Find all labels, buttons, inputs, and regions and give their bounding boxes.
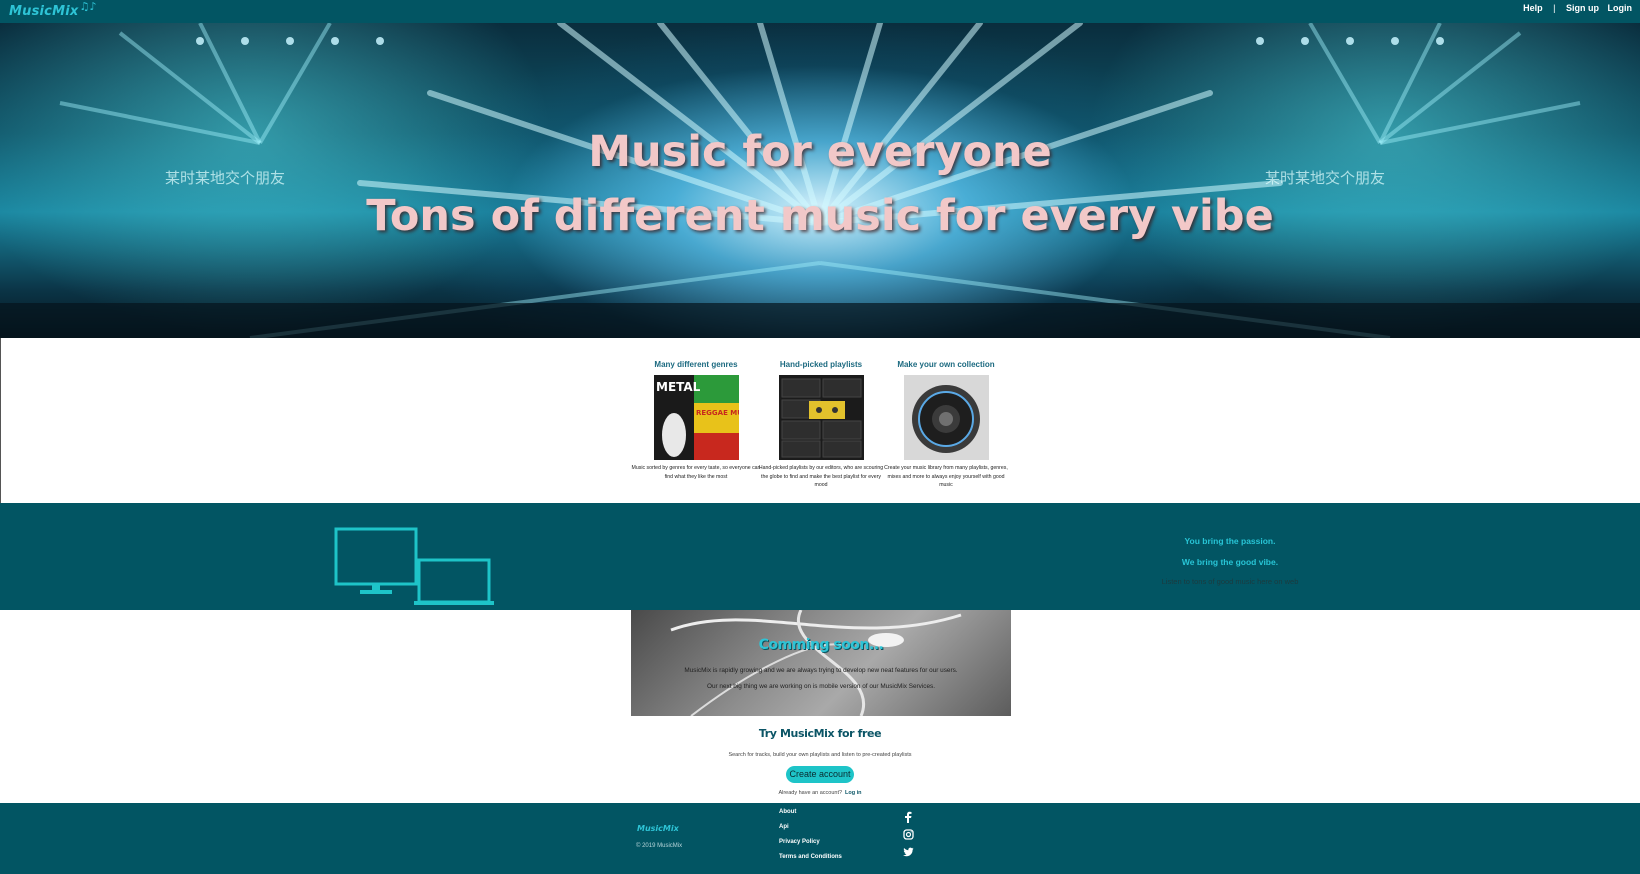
coming-soon-text-2: Our next big thing we are working on is … [706, 683, 936, 690]
hero-banner: 某时某地交个朋友 某时某地交个朋友 Music for everyone Ton… [0, 23, 1640, 338]
instagram-icon[interactable] [903, 829, 917, 847]
collage-metal-text: METAL [656, 380, 701, 394]
features-section: Many different genres METAL REGGAE MUSIC… [0, 338, 1640, 503]
try-free-title: Try MusicMix for free [758, 727, 882, 740]
earphones-image [670, 610, 962, 716]
feature-title: Many different genres [654, 360, 738, 369]
login-link[interactable]: Login [1608, 3, 1633, 13]
twitter-icon[interactable] [903, 847, 917, 865]
nav-separator: | [1553, 3, 1556, 13]
cassette-tapes-image [779, 375, 864, 460]
collage-reggae-text: REGGAE MUSIC [696, 409, 739, 417]
promo-band: You bring the passion. We bring the good… [0, 503, 1640, 610]
coming-soon-title: Comming soon... [758, 637, 884, 653]
concert-lights-image: 某时某地交个朋友 某时某地交个朋友 [0, 23, 1640, 338]
promo-line-web: Listen to tons of good music here on web [1161, 577, 1299, 586]
feature-description: Create your music library from many play… [884, 465, 1008, 488]
coming-soon-panel: Comming soon... MusicMix is rapidly grow… [631, 610, 1011, 716]
login-prompt: Already have an account? Log in [620, 790, 1020, 796]
feature-title: Make your own collection [897, 360, 995, 369]
top-navbar: MusicMix♫♪ Help | Sign up Login [0, 0, 1640, 23]
feature-description: Music sorted by genres for every taste, … [631, 465, 761, 480]
hero-title: Music for everyone [588, 127, 1052, 177]
promo-line-passion: You bring the passion. [1184, 536, 1276, 546]
genre-collage-image: METAL REGGAE MUSIC [654, 375, 756, 460]
footer-link-terms[interactable]: Terms and Conditions [779, 854, 842, 869]
footer-logo[interactable]: MusicMix [637, 824, 679, 833]
footer-links: About Api Privacy Policy Terms and Condi… [779, 809, 842, 869]
speaker-image [904, 375, 989, 460]
footer-link-privacy[interactable]: Privacy Policy [779, 839, 842, 854]
top-nav: Help | Sign up Login [1517, 3, 1632, 13]
footer-link-about[interactable]: About [779, 809, 842, 824]
coming-soon-text-1: MusicMix is rapidly growing and we are a… [684, 667, 958, 674]
music-notes-icon: ♫♪ [79, 0, 97, 13]
login-prompt-text: Already have an account? [778, 790, 843, 796]
login-link-bottom[interactable]: Log in [845, 790, 862, 796]
signup-link[interactable]: Sign up [1566, 3, 1599, 13]
footer-copyright: © 2019 MusicMix [636, 843, 683, 849]
create-account-button[interactable]: Create account [786, 766, 854, 783]
footer: MusicMix © 2019 MusicMix About Api Priva… [0, 803, 1640, 874]
devices-icon [334, 527, 494, 605]
logo[interactable]: MusicMix♫♪ [9, 0, 97, 19]
footer-link-api[interactable]: Api [779, 824, 842, 839]
hero-subtitle: Tons of different music for every vibe [366, 191, 1274, 241]
facebook-icon[interactable] [903, 811, 917, 829]
feature-title: Hand-picked playlists [779, 360, 863, 369]
feature-description: Hand-picked playlists by our editors, wh… [758, 465, 884, 488]
try-free-description: Search for tracks, build your own playli… [728, 752, 912, 758]
promo-line-vibe: We bring the good vibe. [1181, 557, 1279, 567]
help-link[interactable]: Help [1523, 3, 1543, 13]
social-links [903, 811, 917, 865]
